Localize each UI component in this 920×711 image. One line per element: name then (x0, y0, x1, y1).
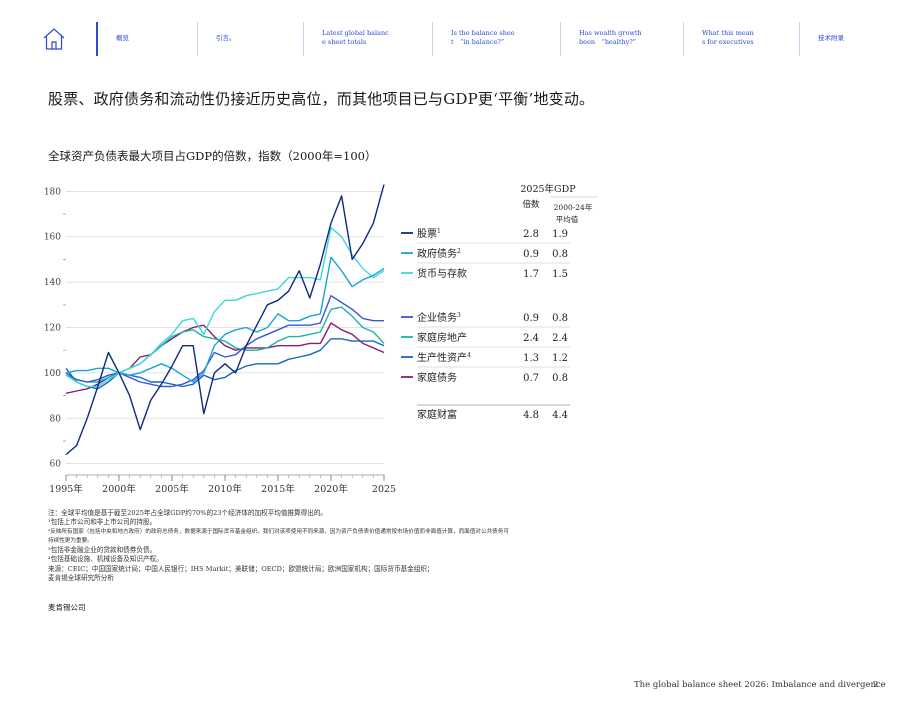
legend-label-5: 家庭房地产 (417, 331, 467, 344)
value-2025-4: 0.9 (523, 313, 539, 324)
y-tick-label: 160 (44, 233, 61, 243)
company-name: 麦肯锡公司 (48, 603, 86, 612)
footnote-marker: 1 (437, 228, 441, 235)
y-tick-label: 140 (44, 278, 61, 288)
table-header-multiple: 2025年GDP (520, 183, 576, 195)
total-value-2025: 4.8 (523, 410, 539, 421)
value-2025-5: 2.4 (523, 333, 539, 344)
table-header-average: 2000-24年 (554, 202, 593, 212)
chart-notes: 注：全球平均值是基于截至2025年占全球GDP约70%的23个经济体的加权平均值… (48, 509, 618, 583)
legend-label-4: 企业债务3 (417, 311, 461, 324)
x-tick-label: 2015年 (261, 483, 295, 495)
note-line: ⁴包括基础设施、机械设备及知识产权。 (48, 555, 163, 564)
legend-label-1: 股票1 (417, 228, 441, 240)
total-value-average: 4.4 (552, 410, 568, 421)
x-tick-label: 2025 (372, 484, 396, 495)
note-line: ²反映所有国家（包括中央和地方政府）的政府总债务，数据来源于国际货币基金组织。我… (48, 528, 509, 535)
legend-label-3: 货币与存款 (417, 267, 467, 280)
value-average-5: 2.4 (552, 333, 568, 344)
footnote-marker: 4 (467, 352, 471, 359)
value-average-2: 0.8 (552, 249, 568, 260)
table-header-multiple-unit: 倍数 (522, 199, 540, 210)
x-tick-label: 2005年 (155, 483, 189, 495)
footer-title: The global balance sheet 2026: Imbalance… (634, 680, 886, 690)
value-average-3: 1.5 (552, 269, 568, 280)
line-chart: 60 80 100 120 140 160 180 1995年 2000年 2005年 2010年 2… (44, 183, 598, 495)
value-average-1: 1.9 (552, 229, 568, 240)
x-tick-label: 1995年 (49, 483, 83, 495)
note-line: 持续性更为重要。 (48, 537, 93, 544)
page-number: 2 (873, 680, 879, 690)
value-2025-6: 1.3 (523, 353, 539, 364)
footnote-marker: 3 (457, 312, 461, 319)
y-tick-label: 120 (44, 324, 61, 334)
table-header-average-unit: 平均值 (556, 214, 579, 224)
note-line: ³包括非金融企业的贷款和债券负债。 (48, 546, 157, 555)
source-line: 来源：CEIC；中国国家统计局；中国人民银行；IHS Markit；美联储；OE… (48, 564, 434, 573)
value-2025-2: 0.9 (523, 249, 539, 260)
value-average-7: 0.8 (552, 373, 568, 384)
x-tick-label: 2010年 (208, 483, 242, 495)
footnote-marker: 2 (457, 248, 461, 255)
value-2025-1: 2.8 (523, 229, 539, 240)
note-line: 注：全球平均值是基于截至2025年占全球GDP约70%的23个经济体的加权平均值… (48, 509, 328, 517)
y-tick-label: 60 (50, 460, 62, 470)
legend-label-2: 政府债务2 (417, 247, 461, 260)
value-average-4: 0.8 (552, 313, 568, 324)
series-line-1 (65, 184, 385, 456)
note-line: ¹包括上市公司和非上市公司的持股。 (48, 518, 157, 527)
legend-label-6: 生产性资产4 (417, 351, 471, 364)
total-label: 家庭财富 (417, 408, 457, 421)
y-tick-label: 100 (44, 369, 61, 379)
value-2025-3: 1.7 (523, 269, 539, 280)
value-2025-7: 0.7 (523, 373, 539, 384)
x-tick-label: 2020年 (314, 483, 348, 495)
y-tick-label: 180 (44, 187, 61, 197)
legend-label-7: 家庭债务 (417, 371, 457, 384)
x-tick-label: 2000年 (102, 483, 136, 495)
source-line: 麦肯锡全球研究所分析 (48, 574, 114, 583)
y-tick-label: 80 (50, 414, 62, 424)
value-average-6: 1.2 (552, 353, 568, 364)
